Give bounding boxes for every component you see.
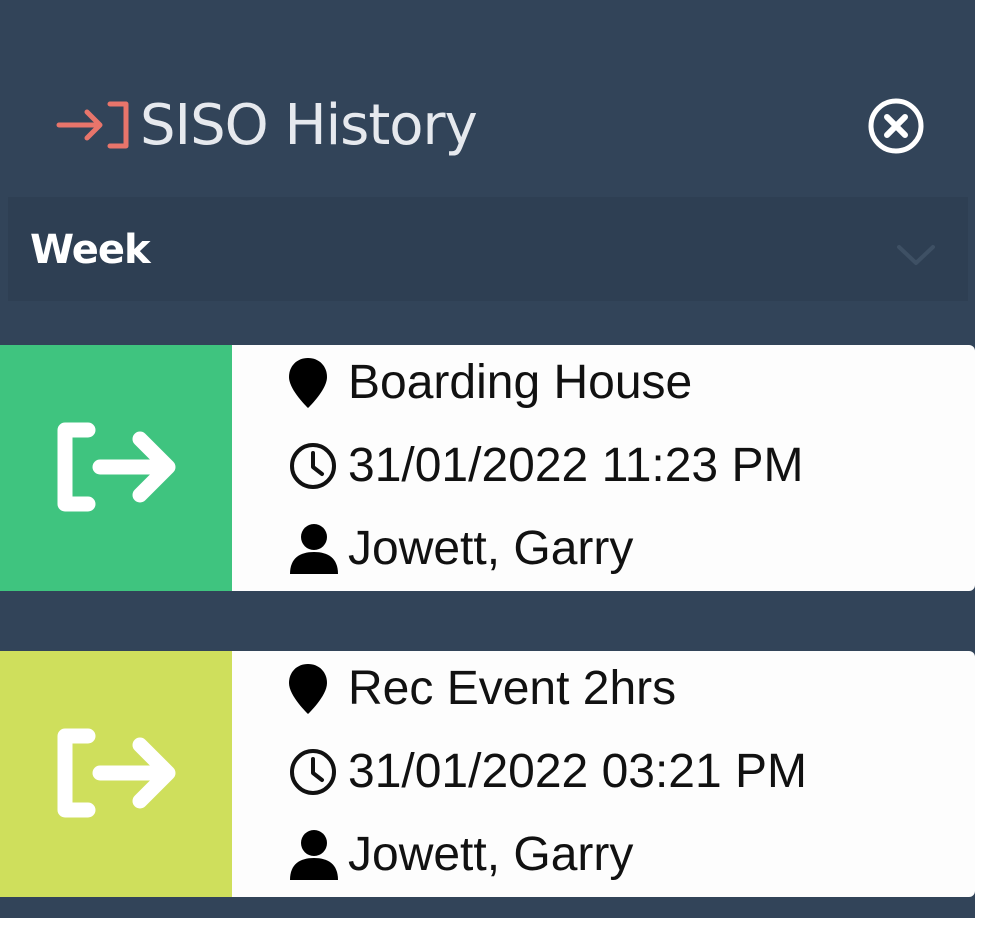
page-edge-right	[975, 0, 986, 926]
status-badge	[0, 651, 232, 897]
status-badge	[0, 345, 232, 591]
entry-details: Boarding House 31/01/2022 11:23 PM Jowet…	[232, 345, 975, 591]
sign-in-icon	[56, 101, 129, 149]
siso-history-panel: SISO History Week Boarding House 31/01/2…	[0, 0, 986, 918]
history-entry[interactable]: Boarding House 31/01/2022 11:23 PM Jowet…	[0, 345, 975, 591]
chevron-down-icon	[897, 245, 935, 265]
period-select[interactable]: Week	[8, 197, 968, 301]
page-title: SISO History	[140, 93, 478, 158]
entry-location: Rec Event 2hrs	[288, 657, 676, 721]
sign-out-icon	[57, 728, 176, 818]
user-icon	[288, 827, 344, 883]
panel-header: SISO History	[0, 0, 975, 195]
entry-location: Boarding House	[288, 351, 692, 415]
person-text: Jowett, Garry	[348, 828, 634, 881]
sign-out-icon	[57, 422, 176, 512]
entry-person: Jowett, Garry	[288, 823, 633, 887]
page-edge-bottom	[0, 918, 986, 926]
entry-datetime: 31/01/2022 03:21 PM	[288, 740, 807, 804]
user-icon	[288, 521, 344, 577]
location-text: Rec Event 2hrs	[348, 662, 677, 715]
location-text: Boarding House	[348, 356, 693, 409]
entry-details: Rec Event 2hrs 31/01/2022 03:21 PM Jowet…	[232, 651, 975, 897]
period-select-value: Week	[30, 227, 151, 273]
clock-icon	[288, 744, 344, 800]
person-text: Jowett, Garry	[348, 522, 634, 575]
entry-person: Jowett, Garry	[288, 517, 633, 581]
close-icon[interactable]	[866, 96, 926, 156]
entry-datetime: 31/01/2022 11:23 PM	[288, 434, 803, 498]
history-entry[interactable]: Rec Event 2hrs 31/01/2022 03:21 PM Jowet…	[0, 651, 975, 897]
map-marker-icon	[288, 661, 344, 717]
clock-icon	[288, 438, 344, 494]
map-marker-icon	[288, 355, 344, 411]
datetime-text: 31/01/2022 03:21 PM	[348, 745, 808, 798]
datetime-text: 31/01/2022 11:23 PM	[348, 439, 804, 492]
